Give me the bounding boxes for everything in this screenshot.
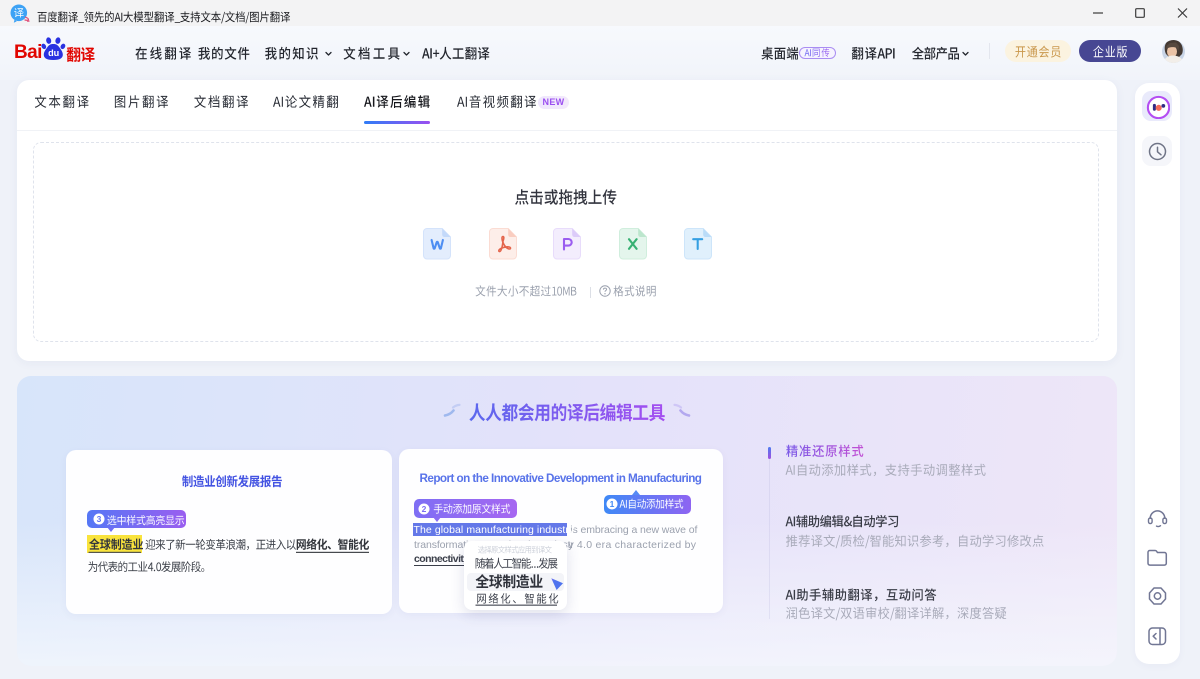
svg-text:du: du: [48, 48, 59, 58]
svg-text:1: 1: [610, 499, 615, 509]
svg-text:2: 2: [421, 504, 426, 514]
svg-text:3: 3: [97, 514, 102, 524]
